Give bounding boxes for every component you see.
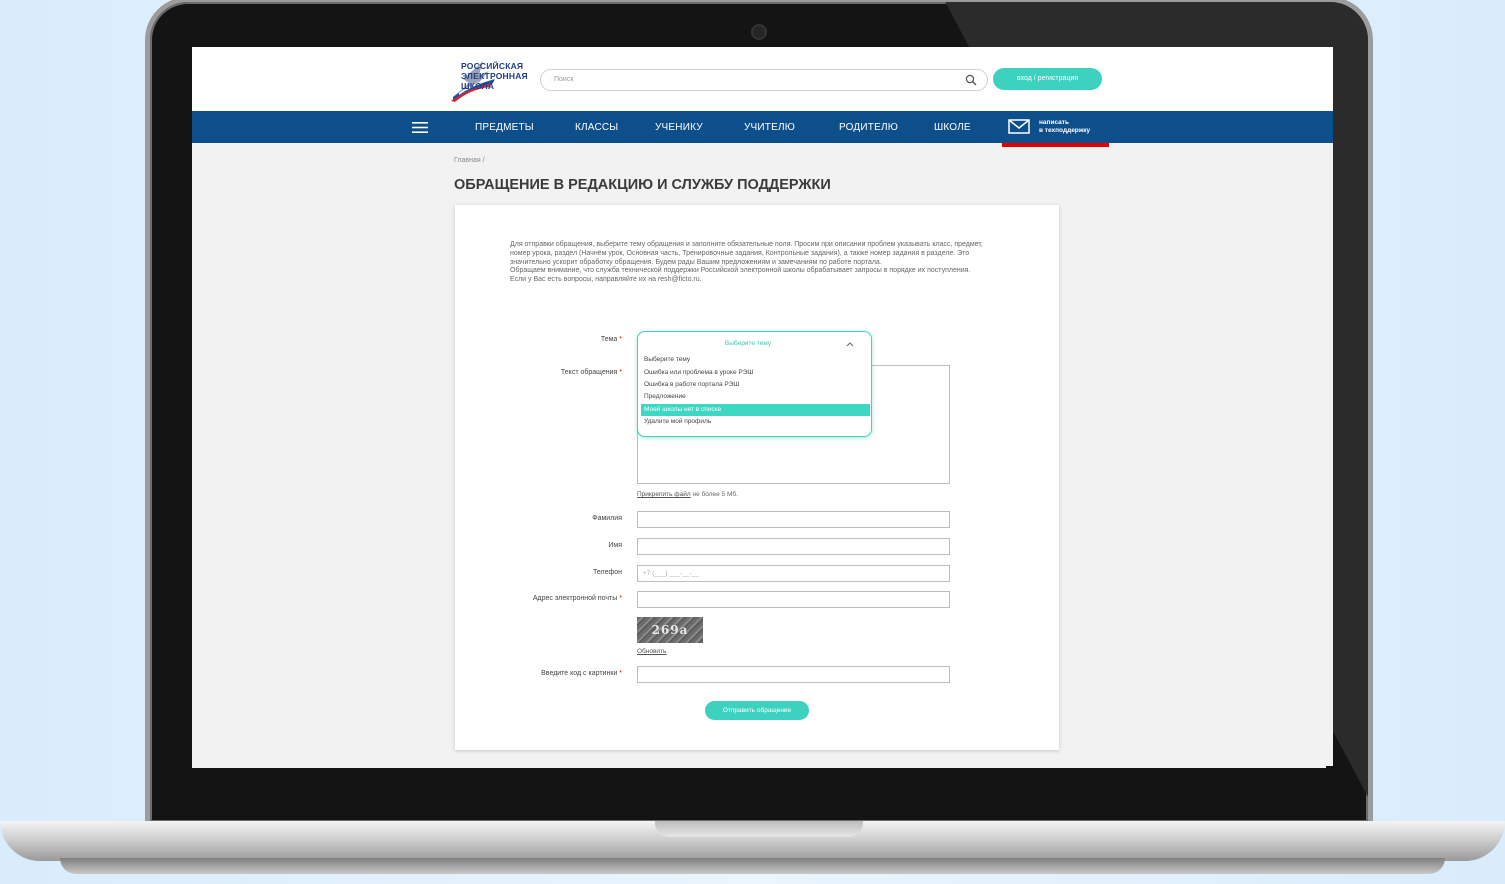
logo-line-3: ШКОЛА [461,81,495,91]
attach-file-row: Прикрепить файл не более 5 Мб. [637,491,738,498]
logo-text[interactable]: РОССИЙСКАЯ ЭЛЕКТРОННАЯ ШКОЛА [461,61,528,91]
last-name-label: Фамилия [592,515,622,522]
captcha-label-text: Введите код с картинки [541,670,618,677]
nav-item-student[interactable]: УЧЕНИКУ [655,122,703,133]
nav-item-classes[interactable]: КЛАССЫ [575,122,618,133]
nav-item-subjects[interactable]: ПРЕДМЕТЫ [475,122,534,133]
intro-paragraph-1: Для отправки обращения, выберите тему об… [510,241,983,266]
phone-placeholder: +7 (___) ___-__-__ [643,570,699,577]
mail-icon[interactable] [1008,119,1030,134]
page-title: ОБРАЩЕНИЕ В РЕДАКЦИЮ И СЛУЖБУ ПОДДЕРЖКИ [454,177,831,193]
login-register-button[interactable]: вход / регистрация [993,68,1102,90]
topic-select-value: Выберите тему [724,340,772,347]
nav-item-school[interactable]: ШКОЛЕ [934,122,971,133]
required-mark: * [619,670,622,677]
required-mark: * [619,336,622,343]
topic-option[interactable]: Предложение [641,391,870,403]
laptop-base-bottom [60,858,1445,874]
attach-file-link[interactable]: Прикрепить файл [637,491,691,498]
captcha-image: 269а [637,617,703,643]
required-mark: * [619,595,622,602]
intro-paragraph-2: Обращаем внимание, что служба техническо… [510,267,971,275]
logo-line-2: ЭЛЕКТРОННАЯ [461,71,528,81]
topic-select[interactable]: Выберите тему Выберите тему Ошибка или п… [637,331,872,437]
message-label-text: Текст обращения [560,369,618,376]
main-nav: ПРЕДМЕТЫ КЛАССЫ УЧЕНИКУ УЧИТЕЛЮ РОДИТЕЛЮ… [192,111,1333,143]
highlight-underline [1002,143,1109,147]
topic-option[interactable]: Ошибка или проблема в уроке РЭШ [641,367,870,379]
first-name-label: Имя [608,542,622,549]
topic-option[interactable]: Ошибка в работе портала РЭШ [641,379,870,391]
email-field[interactable] [637,591,950,608]
search-input[interactable]: Поиск [540,69,988,91]
laptop-notch [655,821,863,837]
support-link[interactable]: написать в техподдержку [1039,119,1090,134]
screen-edge [1326,766,1333,768]
captcha-code-field[interactable] [637,666,950,683]
nav-item-parent[interactable]: РОДИТЕЛЮ [839,122,898,133]
intro-text: Для отправки обращения, выберите тему об… [510,241,1005,285]
topic-option[interactable]: Выберите тему [641,354,870,366]
last-name-field[interactable] [637,511,950,528]
attach-file-note: не более 5 Мб. [690,491,738,498]
logo-line-1: РОССИЙСКАЯ [461,61,524,71]
email-label-text: Адрес электронной почты [532,595,618,602]
topic-label-text: Тема [600,336,618,343]
screen: РОССИЙСКАЯ ЭЛЕКТРОННАЯ ШКОЛА Поиск вход … [192,47,1333,768]
captcha-label: Введите код с картинки * [422,670,622,677]
topic-option-highlighted[interactable]: Моей школы нет в списке [641,404,870,416]
chevron-up-icon[interactable] [846,341,854,347]
camera-icon [753,26,765,38]
email-label: Адрес электронной почты * [422,595,622,602]
phone-field[interactable]: +7 (___) ___-__-__ [637,565,950,582]
submit-button[interactable]: Отправить обращение [705,701,809,720]
search-placeholder: Поиск [554,76,574,83]
intro-paragraph-3: Если у Вас есть вопросы, направляйте их … [510,276,702,284]
topic-option[interactable]: Удалите мой профиль [641,416,870,428]
message-label: Текст обращения * [422,369,622,376]
topic-label: Тема * [422,336,622,343]
support-line-1: написать [1039,119,1069,126]
site-header: РОССИЙСКАЯ ЭЛЕКТРОННАЯ ШКОЛА Поиск вход … [192,47,1333,111]
nav-item-teacher[interactable]: УЧИТЕЛЮ [744,122,795,133]
support-line-2: в техподдержку [1039,126,1091,134]
search-icon[interactable] [965,74,977,86]
phone-label: Телефон [592,569,622,576]
captcha-refresh-link[interactable]: Обновить [637,648,666,655]
support-form-card: Для отправки обращения, выберите тему об… [455,205,1059,750]
hamburger-menu-icon[interactable] [412,122,428,133]
breadcrumb[interactable]: Главная / [454,157,485,164]
first-name-field[interactable] [637,538,950,555]
required-mark: * [619,369,622,376]
